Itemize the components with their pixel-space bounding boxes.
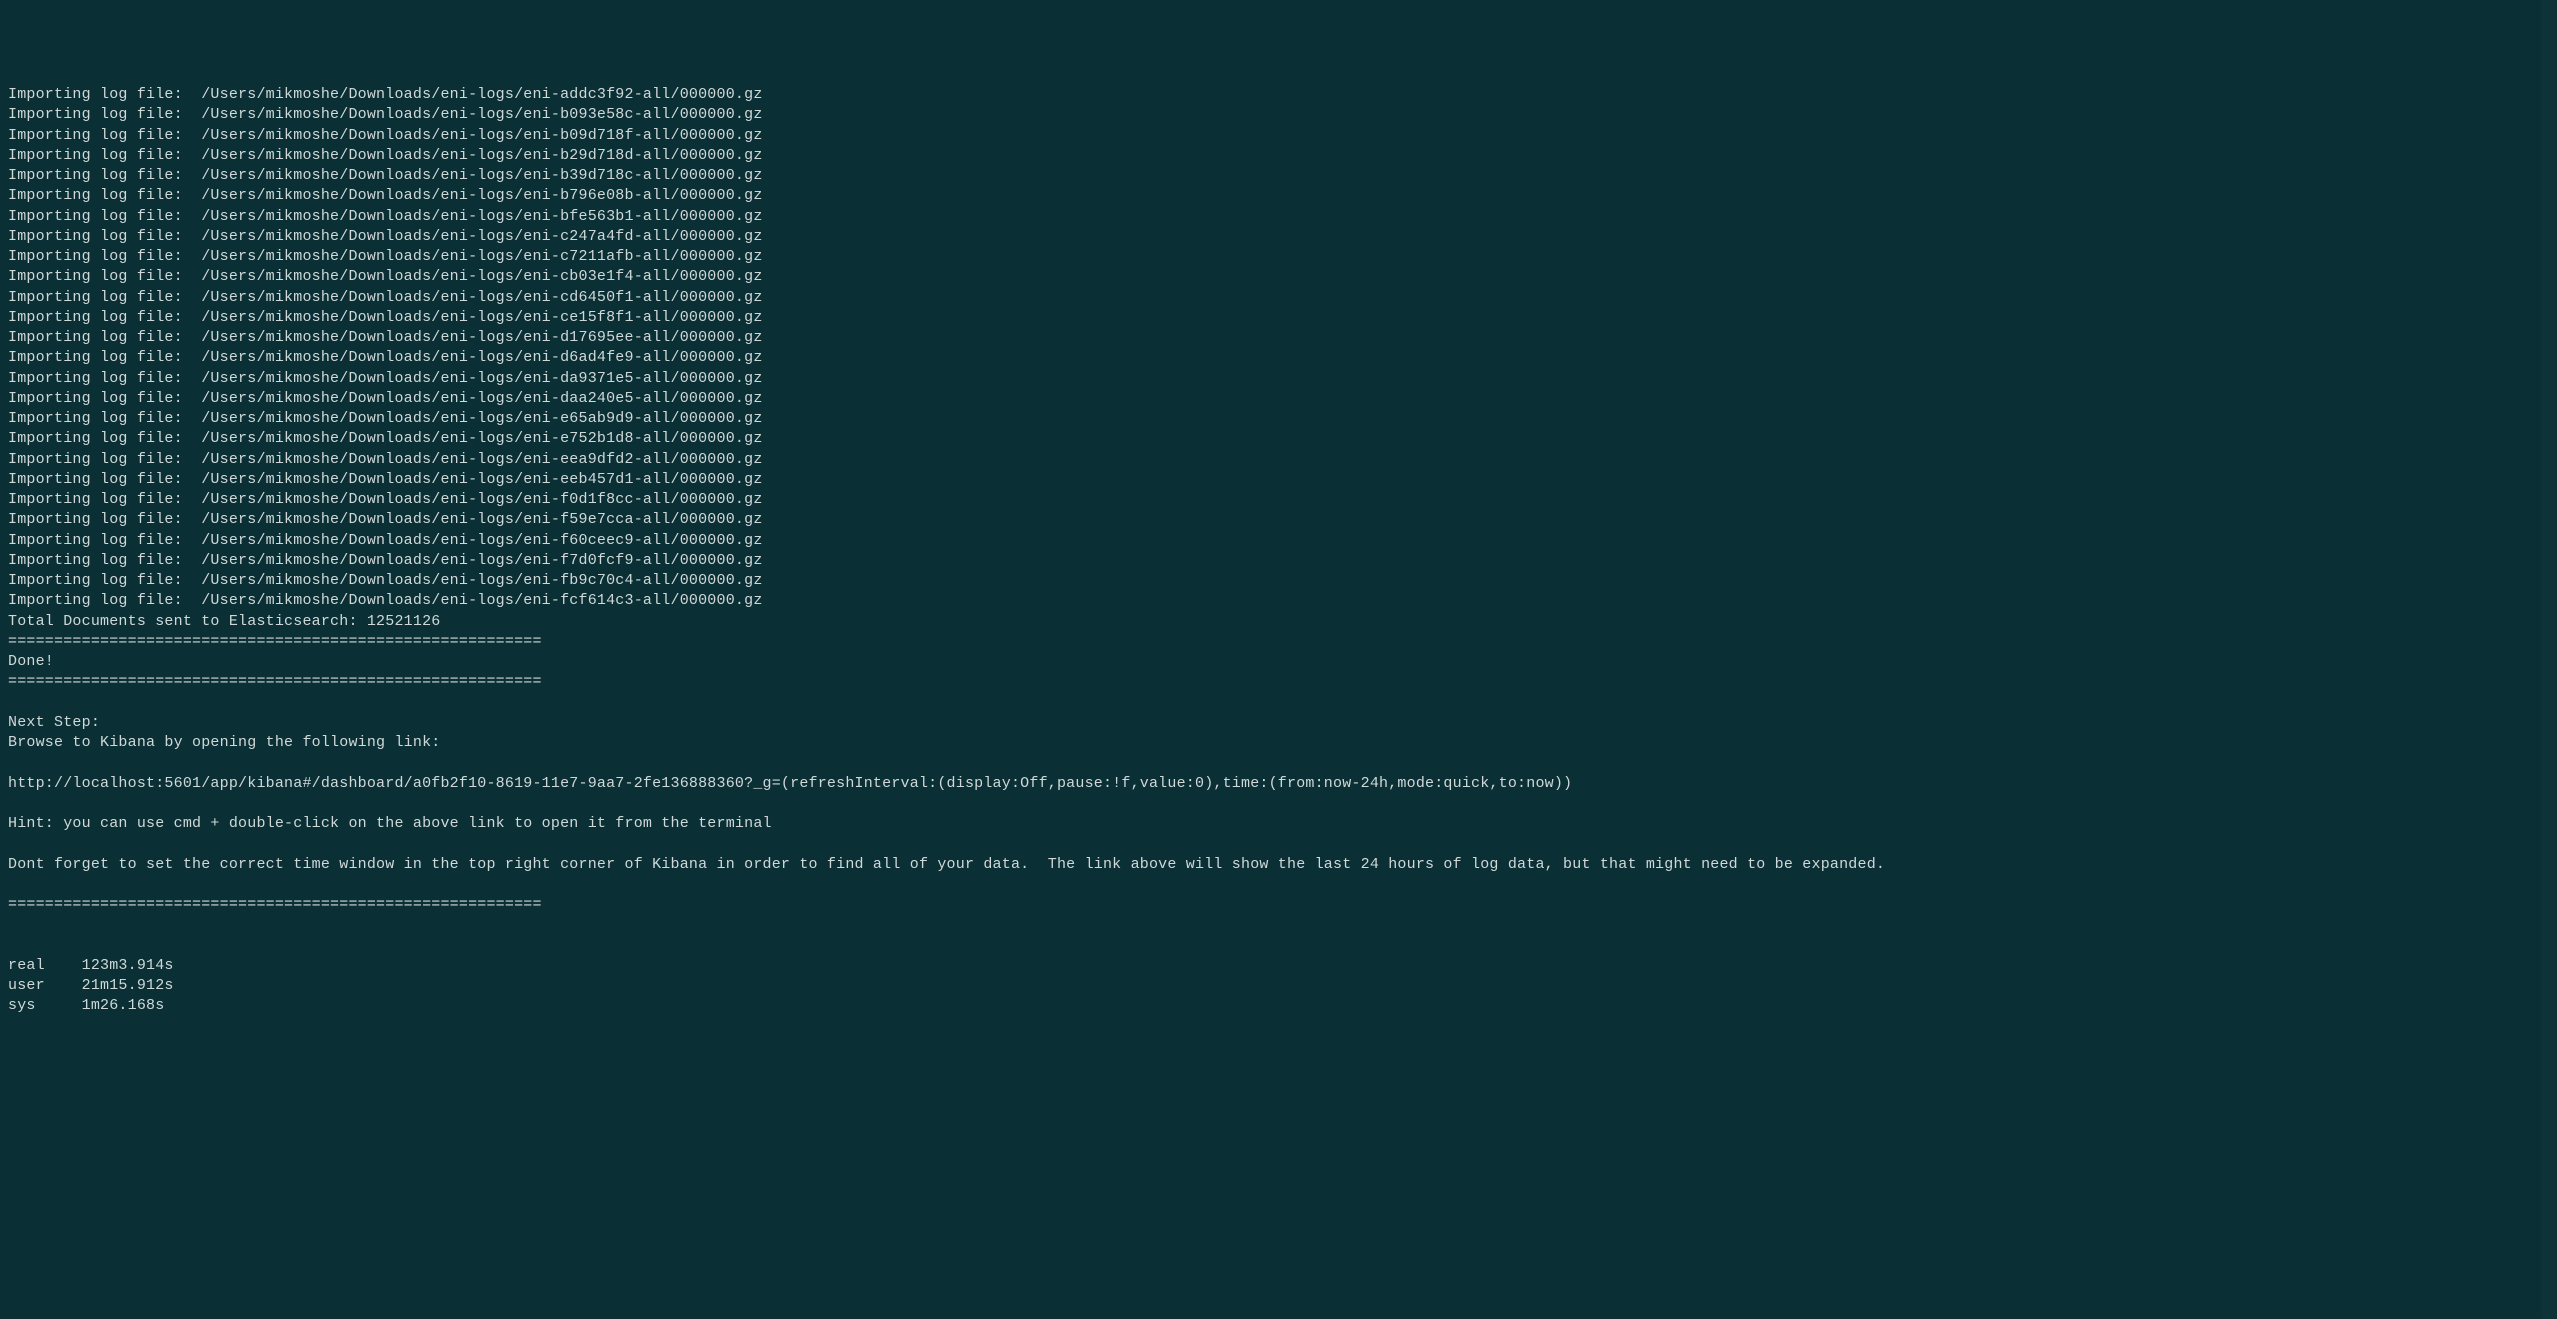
- scrollbar-track[interactable]: [2541, 0, 2557, 1319]
- terminal-output[interactable]: Importing log file: /Users/mikmoshe/Down…: [8, 85, 2549, 1017]
